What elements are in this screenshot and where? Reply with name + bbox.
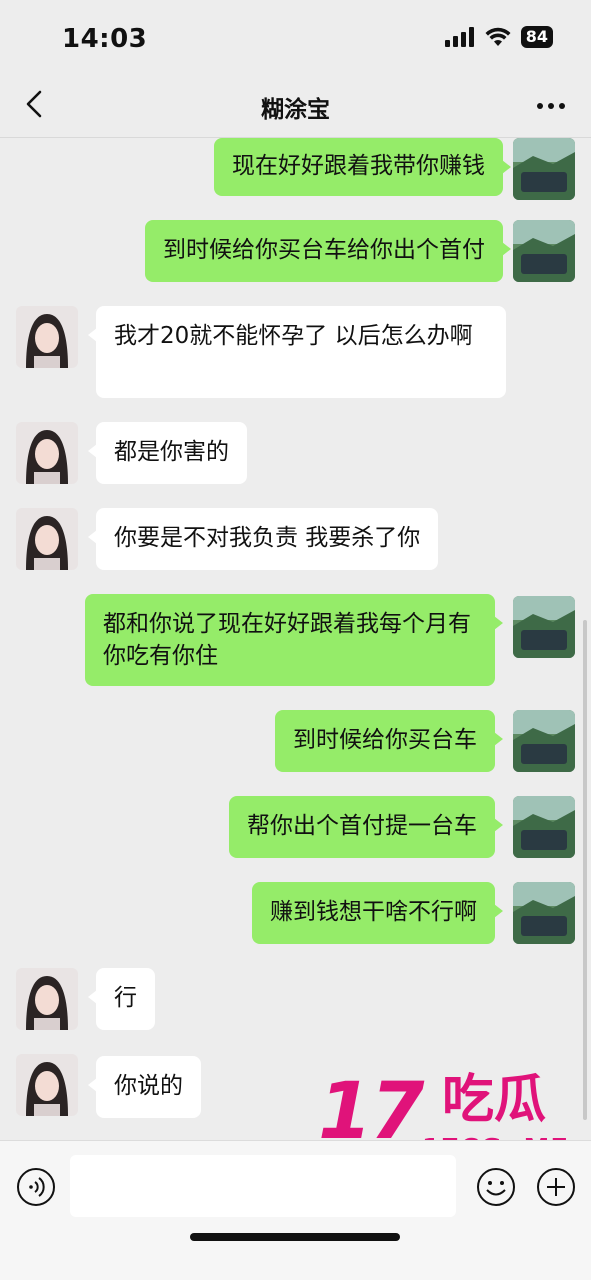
message-bubble[interactable]: 行 xyxy=(88,968,155,1030)
message-bubble[interactable]: 到时候给你买台车给你出个首付 xyxy=(145,220,511,282)
input-bar xyxy=(0,1140,591,1280)
more-dots-icon[interactable] xyxy=(533,88,569,124)
avatar[interactable] xyxy=(513,138,575,200)
message-bubble[interactable]: 都和你说了现在好好跟着我每个月有你吃有你住 xyxy=(85,594,503,686)
status-icons: 84 xyxy=(444,26,553,48)
chat-title: 糊涂宝 xyxy=(261,97,330,123)
nav-bar: 糊涂宝 xyxy=(0,72,591,138)
plus-icon[interactable] xyxy=(536,1167,576,1207)
message-input[interactable] xyxy=(70,1155,456,1217)
scroll-indicator[interactable] xyxy=(583,620,587,1120)
emoji-icon[interactable] xyxy=(476,1167,516,1207)
watermark-chars: 吃瓜 xyxy=(442,1070,547,1130)
avatar[interactable] xyxy=(16,1054,78,1116)
message-bubble[interactable]: 赚到钱想干啥不行啊 xyxy=(252,882,503,944)
avatar[interactable] xyxy=(16,306,78,368)
avatar[interactable] xyxy=(16,422,78,484)
message-bubble[interactable]: 都是你害的 xyxy=(88,422,247,484)
avatar[interactable] xyxy=(513,596,575,658)
signal-icon xyxy=(444,27,474,47)
avatar[interactable] xyxy=(513,220,575,282)
avatar[interactable] xyxy=(16,968,78,1030)
status-time: 14:03 xyxy=(62,24,148,54)
avatar[interactable] xyxy=(513,710,575,772)
avatar[interactable] xyxy=(513,796,575,858)
message-bubble[interactable]: 我才20就不能怀孕了 以后怎么办啊 xyxy=(88,306,506,398)
message-bubble[interactable]: 现在好好跟着我带你赚钱 xyxy=(214,138,511,196)
message-bubble[interactable]: 到时候给你买台车 xyxy=(275,710,503,772)
message-bubble[interactable]: 帮你出个首付提一台车 xyxy=(229,796,503,858)
avatar[interactable] xyxy=(16,508,78,570)
home-indicator xyxy=(190,1233,400,1241)
avatar[interactable] xyxy=(513,882,575,944)
message-bubble[interactable]: 你说的 xyxy=(88,1056,201,1118)
message-bubble[interactable]: 你要是不对我负责 我要杀了你 xyxy=(87,508,439,570)
voice-icon[interactable] xyxy=(16,1167,56,1207)
wifi-icon xyxy=(485,27,511,46)
status-bar: 14:03 84 xyxy=(0,0,591,72)
battery-indicator: 84 xyxy=(520,26,553,48)
